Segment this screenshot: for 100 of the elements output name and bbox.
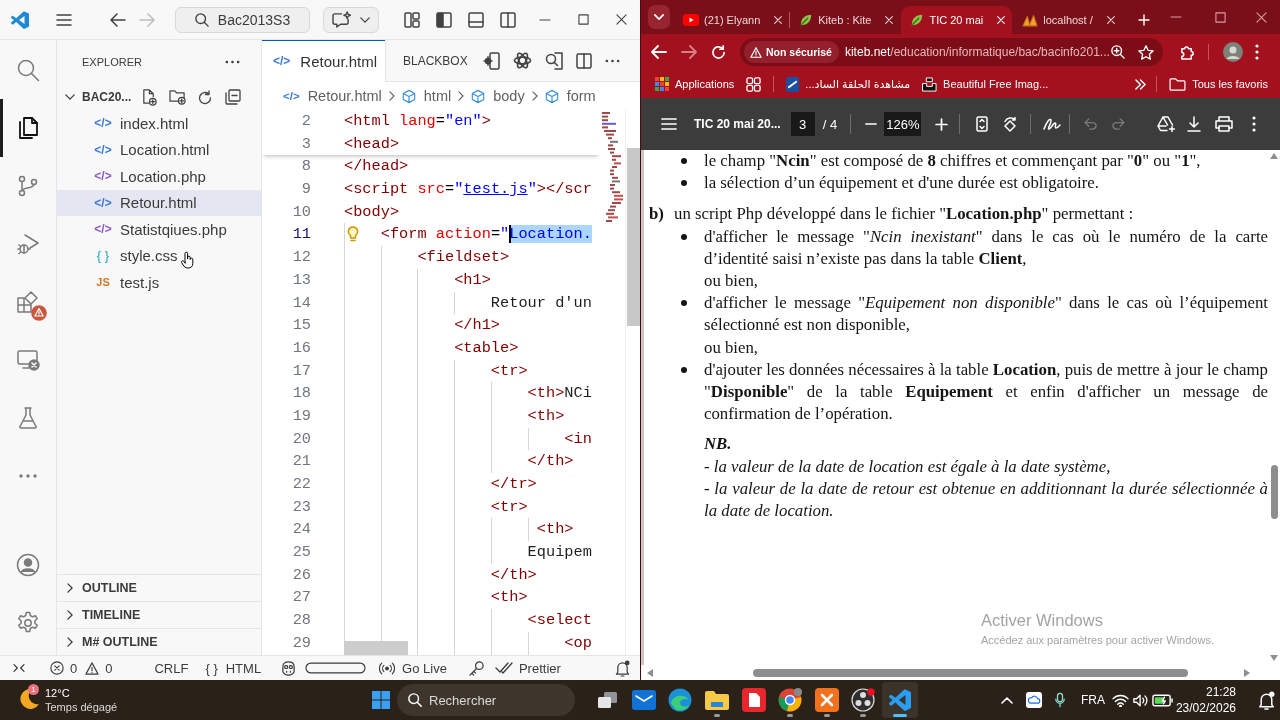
robot-face-icon[interactable] xyxy=(280,660,298,676)
collapse-icon[interactable] xyxy=(225,89,241,105)
lightbulb-icon[interactable] xyxy=(347,226,359,243)
four-tiles-icon[interactable] xyxy=(372,691,390,709)
browser-tab[interactable]: Kiteb : Kite xyxy=(790,6,901,34)
kebab-menu-icon[interactable] xyxy=(1255,44,1259,60)
search-panel-icon[interactable] xyxy=(545,51,563,70)
line-ending-status[interactable]: CRLF xyxy=(154,660,189,676)
bookmark-folder[interactable]: Tous les favoris xyxy=(1169,77,1268,91)
overlapping-windows-icon[interactable] xyxy=(597,692,617,708)
file-item[interactable]: JS test.js xyxy=(57,269,261,296)
chevron-down-icon[interactable] xyxy=(65,94,75,100)
editor-tab[interactable]: </> Retour.html xyxy=(262,40,386,82)
sidebar-toggle-icon[interactable] xyxy=(436,11,452,28)
back-arrow-icon[interactable] xyxy=(110,12,126,27)
zoom-in-icon[interactable] xyxy=(935,117,949,131)
more-bookmarks-icon[interactable] xyxy=(1135,78,1147,90)
bell-icon[interactable] xyxy=(615,659,630,677)
page-dot-icon[interactable] xyxy=(483,51,500,70)
rotate-icon[interactable] xyxy=(1002,116,1019,132)
command-center[interactable]: Bac2013S3 xyxy=(175,6,310,33)
new-folder-icon[interactable] xyxy=(169,89,186,105)
security-chip[interactable]: Non sécurisé xyxy=(744,41,839,63)
weather-widget[interactable]: 1 12°C Temps dégagé xyxy=(18,680,365,720)
bell-icon[interactable] xyxy=(1258,690,1275,710)
file-item[interactable]: </> Statistqiues.php xyxy=(57,216,261,243)
bookmark[interactable]: Applications xyxy=(655,77,735,91)
double-check-icon xyxy=(494,662,513,674)
more-icon[interactable] xyxy=(605,58,620,63)
atom-icon[interactable] xyxy=(513,51,532,70)
cube-icon xyxy=(401,88,416,104)
new-file-icon[interactable] xyxy=(141,88,157,106)
bookmark[interactable]: مشاهدة الحلقة الساد... xyxy=(786,76,911,92)
browser-tab[interactable]: localhost / xyxy=(1013,6,1122,34)
microphone-icon[interactable] xyxy=(1054,692,1065,708)
problems-status[interactable]: 0 0 xyxy=(50,660,113,676)
file-item[interactable]: { } style.css xyxy=(57,242,261,269)
address-bar[interactable]: Non sécurisé kiteb.net/education/informatique/bac/bacinfo201... xyxy=(740,38,1163,66)
folder-icon xyxy=(1169,77,1187,91)
panel-toggle-icon[interactable] xyxy=(468,11,484,28)
maximize-icon[interactable] xyxy=(577,14,589,25)
search-field[interactable]: Rechercher xyxy=(397,684,575,716)
section-header[interactable]: OUTLINE xyxy=(57,574,261,601)
wifi-icon[interactable] xyxy=(1111,693,1129,707)
angle-brackets-icon[interactable] xyxy=(12,663,26,673)
clock[interactable]: 21:28 23/02/2026 xyxy=(1175,684,1236,716)
prettier-status[interactable]: Prettier xyxy=(494,660,561,676)
minimize-icon[interactable] xyxy=(539,18,551,21)
print-icon[interactable] xyxy=(1215,116,1233,132)
breadcrumb[interactable]: form xyxy=(544,88,596,104)
chevron-up-icon[interactable] xyxy=(1000,696,1013,704)
maximize-icon[interactable] xyxy=(1214,11,1226,23)
star-icon[interactable] xyxy=(1138,44,1154,60)
refresh-icon[interactable] xyxy=(198,89,213,105)
chat-button[interactable] xyxy=(323,6,379,33)
reload-icon[interactable] xyxy=(711,44,726,60)
triangle-plus-icon[interactable] xyxy=(1157,116,1175,132)
line-number: 8 xyxy=(300,156,311,178)
breadcrumb[interactable]: </> Retour.html xyxy=(283,88,382,104)
breadcrumb[interactable]: html xyxy=(401,88,452,104)
bookmark[interactable]: Beautiful Free Imag... xyxy=(922,76,1049,92)
tab-search-button[interactable] xyxy=(648,5,670,29)
address-text: kiteb.net/education/informatique/bac/bacinfo201... xyxy=(844,45,1110,59)
secondary-sidebar-icon[interactable] xyxy=(500,11,516,28)
file-item[interactable]: </> Location.html xyxy=(57,136,261,163)
line-number: 24 xyxy=(291,519,311,541)
folder-name[interactable]: BAC20... xyxy=(82,90,141,104)
language-status[interactable]: { } HTML xyxy=(205,660,262,676)
layout-icon[interactable] xyxy=(404,11,420,28)
menu-icon[interactable] xyxy=(56,13,72,26)
split-editor-icon[interactable] xyxy=(576,52,592,69)
zoom-field[interactable]: 126% xyxy=(884,112,922,136)
file-item[interactable]: </> Location.php xyxy=(57,163,261,190)
zoom-icon[interactable] xyxy=(1111,45,1125,59)
battery-icon[interactable] xyxy=(1151,693,1173,707)
browser-tab[interactable]: (21) Elyann xyxy=(674,6,790,34)
more-icon[interactable] xyxy=(225,60,240,64)
breadcrumb[interactable]: body xyxy=(471,88,525,104)
close-icon[interactable] xyxy=(615,14,627,25)
kebab-menu-icon[interactable] xyxy=(1252,116,1256,132)
new-tab-icon[interactable] xyxy=(1137,14,1150,26)
fit-page-icon[interactable] xyxy=(976,116,989,132)
taskbar-app[interactable] xyxy=(881,682,919,718)
text-line: ou bien, xyxy=(703,270,760,292)
language-indicator[interactable]: FRA xyxy=(1080,693,1105,707)
cloud-icon[interactable] xyxy=(1025,692,1042,708)
volume-icon[interactable] xyxy=(1132,693,1149,707)
avatar-icon[interactable] xyxy=(1223,42,1243,62)
file-item[interactable]: </> Retour.html xyxy=(57,189,261,216)
four-squares-icon[interactable] xyxy=(746,76,762,92)
go-live-button[interactable]: Go Live xyxy=(379,660,447,676)
key-icon[interactable] xyxy=(468,660,484,676)
download-icon[interactable] xyxy=(1187,116,1201,132)
puzzle-icon[interactable] xyxy=(1180,44,1195,60)
section-header[interactable]: TIMELINE xyxy=(57,601,261,628)
file-item[interactable]: </> index.html xyxy=(57,110,261,137)
scribble-icon[interactable] xyxy=(1043,117,1062,131)
close-icon[interactable] xyxy=(1255,11,1267,23)
browser-tab[interactable]: TIC 20 mai xyxy=(901,6,1013,34)
page-number-field[interactable]: 3 xyxy=(790,112,815,136)
